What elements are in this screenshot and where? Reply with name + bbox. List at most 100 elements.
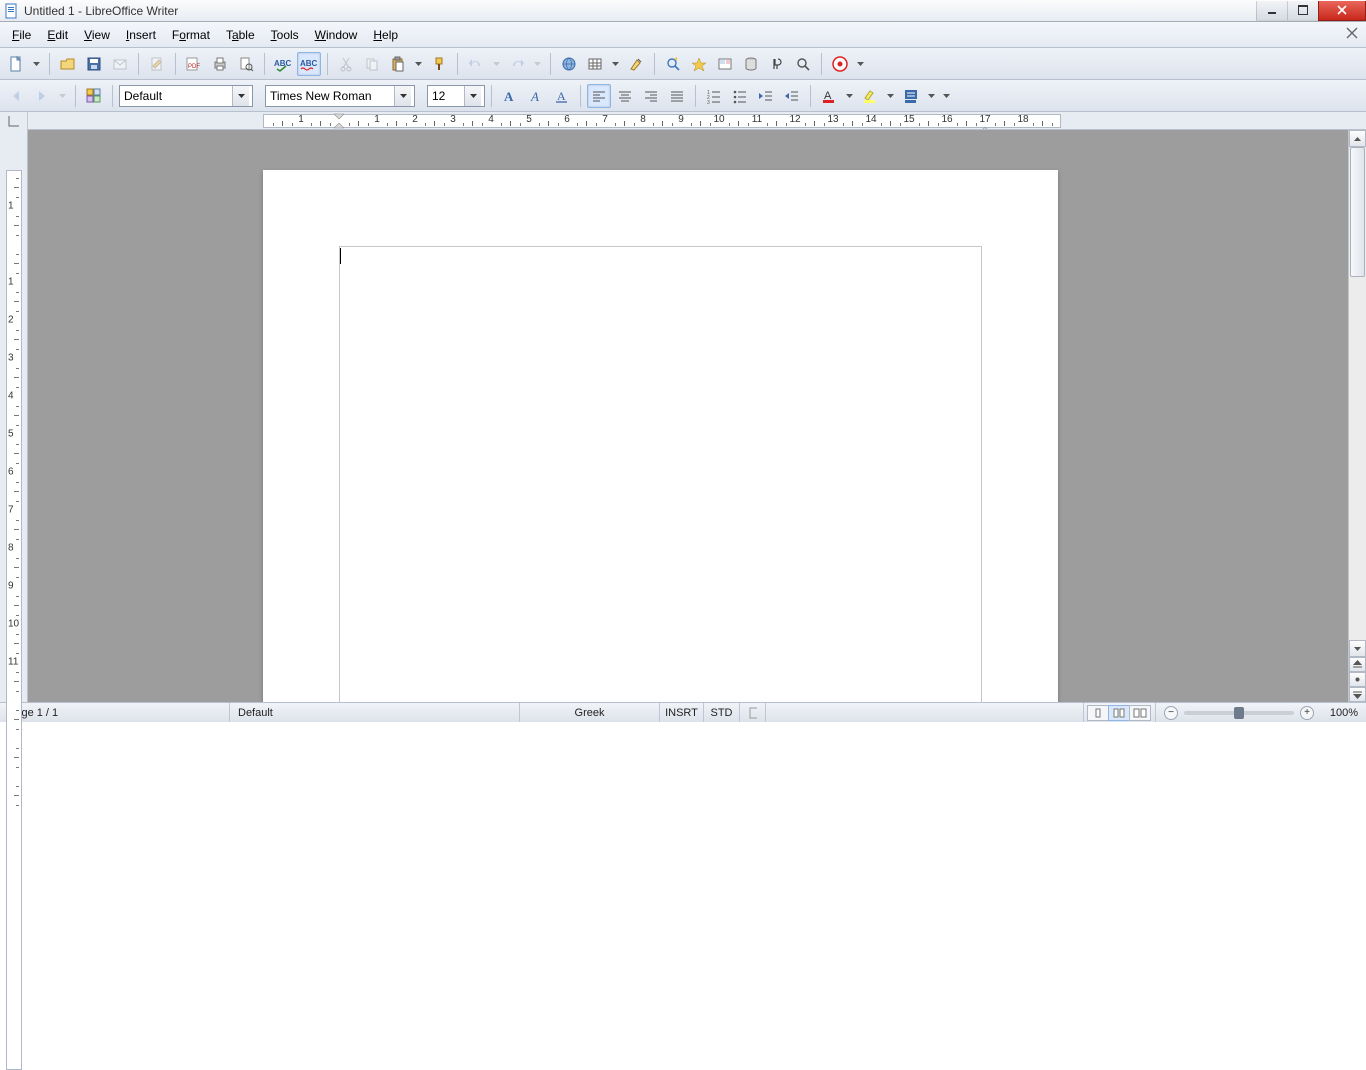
- scroll-track[interactable]: [1349, 147, 1366, 640]
- bold-button[interactable]: A: [498, 84, 522, 108]
- zoom-slider[interactable]: [1184, 711, 1294, 715]
- numbered-list-button[interactable]: 123: [702, 84, 726, 108]
- menu-file[interactable]: File: [4, 25, 39, 45]
- nonprinting-chars-button[interactable]: [765, 52, 789, 76]
- next-page-button[interactable]: [1349, 687, 1366, 702]
- align-center-button[interactable]: [613, 84, 637, 108]
- copy-button[interactable]: [360, 52, 384, 76]
- show-draw-functions-button[interactable]: [624, 52, 648, 76]
- font-size-dropdown-icon[interactable]: [464, 86, 481, 106]
- menu-format[interactable]: Format: [164, 25, 218, 45]
- font-name-combo[interactable]: [265, 85, 415, 107]
- menu-help[interactable]: Help: [365, 25, 406, 45]
- increase-indent-button[interactable]: [780, 84, 804, 108]
- find-replace-button[interactable]: [661, 52, 685, 76]
- document-area[interactable]: [28, 130, 1348, 702]
- font-color-dropdown[interactable]: [843, 84, 856, 108]
- status-insert-mode[interactable]: INSRT: [660, 703, 704, 722]
- auto-spellcheck-button[interactable]: ABC: [297, 52, 321, 76]
- menu-window[interactable]: Window: [307, 25, 366, 45]
- align-right-button[interactable]: [639, 84, 663, 108]
- status-page[interactable]: Page 1 / 1: [0, 703, 230, 722]
- redo-dropdown[interactable]: [531, 52, 544, 76]
- ruler-corner[interactable]: [0, 112, 28, 130]
- view-multi-page-button[interactable]: [1108, 705, 1130, 721]
- spelling-button[interactable]: ABC: [271, 52, 295, 76]
- menu-tools[interactable]: Tools: [263, 25, 307, 45]
- italic-button[interactable]: A: [524, 84, 548, 108]
- status-page-style[interactable]: Default: [230, 703, 520, 722]
- status-selection-mode[interactable]: STD: [704, 703, 740, 722]
- nav-dropdown[interactable]: [56, 84, 69, 108]
- toolbar-overflow[interactable]: [940, 84, 953, 108]
- menu-edit[interactable]: Edit: [39, 25, 76, 45]
- horizontal-ruler[interactable]: 1123456789101112131415161718: [28, 112, 1366, 129]
- minimize-button[interactable]: [1256, 1, 1288, 21]
- redo-button[interactable]: [505, 52, 529, 76]
- view-single-page-button[interactable]: [1087, 705, 1109, 721]
- paragraph-background-dropdown[interactable]: [925, 84, 938, 108]
- open-document-button[interactable]: [56, 52, 80, 76]
- vertical-ruler[interactable]: 12345678910111: [0, 130, 28, 702]
- paragraph-style-combo[interactable]: [119, 85, 253, 107]
- navigation-button[interactable]: [1349, 672, 1366, 687]
- navigator-button[interactable]: [687, 52, 711, 76]
- maximize-button[interactable]: [1287, 1, 1319, 21]
- format-paintbrush-button[interactable]: [427, 52, 451, 76]
- paragraph-style-input[interactable]: [120, 86, 232, 106]
- font-color-button[interactable]: A: [817, 84, 841, 108]
- print-button[interactable]: [208, 52, 232, 76]
- font-name-dropdown-icon[interactable]: [394, 86, 411, 106]
- styles-window-button[interactable]: [82, 84, 106, 108]
- zoom-in-button[interactable]: +: [1300, 706, 1314, 720]
- cut-button[interactable]: [334, 52, 358, 76]
- menu-insert[interactable]: Insert: [118, 25, 164, 45]
- insert-table-button[interactable]: [583, 52, 607, 76]
- undo-button[interactable]: [464, 52, 488, 76]
- align-justify-button[interactable]: [665, 84, 689, 108]
- print-preview-button[interactable]: [234, 52, 258, 76]
- vertical-scrollbar[interactable]: [1348, 130, 1366, 702]
- nav-back-button[interactable]: [4, 84, 28, 108]
- gallery-button[interactable]: [713, 52, 737, 76]
- paste-button[interactable]: [386, 52, 410, 76]
- data-sources-button[interactable]: [739, 52, 763, 76]
- align-left-button[interactable]: [587, 84, 611, 108]
- menu-view[interactable]: View: [76, 25, 118, 45]
- close-document-icon[interactable]: [1346, 27, 1360, 41]
- email-document-button[interactable]: [108, 52, 132, 76]
- zoom-button[interactable]: [791, 52, 815, 76]
- highlight-color-button[interactable]: [858, 84, 882, 108]
- scroll-up-button[interactable]: [1349, 130, 1366, 147]
- save-document-button[interactable]: [82, 52, 106, 76]
- scroll-thumb[interactable]: [1350, 147, 1365, 277]
- paragraph-background-button[interactable]: [899, 84, 923, 108]
- paste-dropdown[interactable]: [412, 52, 425, 76]
- nav-forward-button[interactable]: [30, 84, 54, 108]
- previous-page-button[interactable]: [1349, 657, 1366, 672]
- new-document-button[interactable]: [4, 52, 28, 76]
- font-size-combo[interactable]: [427, 85, 485, 107]
- bulleted-list-button[interactable]: [728, 84, 752, 108]
- help-dropdown[interactable]: [854, 52, 867, 76]
- edit-file-button[interactable]: [145, 52, 169, 76]
- font-name-input[interactable]: [266, 86, 394, 106]
- zoom-out-button[interactable]: −: [1164, 706, 1178, 720]
- underline-button[interactable]: A: [550, 84, 574, 108]
- hyperlink-button[interactable]: [557, 52, 581, 76]
- close-button[interactable]: [1318, 1, 1366, 21]
- paragraph-style-dropdown-icon[interactable]: [232, 86, 249, 106]
- help-button[interactable]: [828, 52, 852, 76]
- document-page[interactable]: [263, 170, 1058, 702]
- new-document-dropdown[interactable]: [30, 52, 43, 76]
- insert-table-dropdown[interactable]: [609, 52, 622, 76]
- zoom-percent[interactable]: 100%: [1322, 703, 1366, 722]
- status-signature[interactable]: [740, 703, 766, 722]
- font-size-input[interactable]: [428, 86, 464, 106]
- status-language[interactable]: Greek: [520, 703, 660, 722]
- zoom-slider-thumb[interactable]: [1234, 707, 1244, 719]
- undo-dropdown[interactable]: [490, 52, 503, 76]
- decrease-indent-button[interactable]: [754, 84, 778, 108]
- export-pdf-button[interactable]: PDF: [182, 52, 206, 76]
- view-book-button[interactable]: [1129, 705, 1151, 721]
